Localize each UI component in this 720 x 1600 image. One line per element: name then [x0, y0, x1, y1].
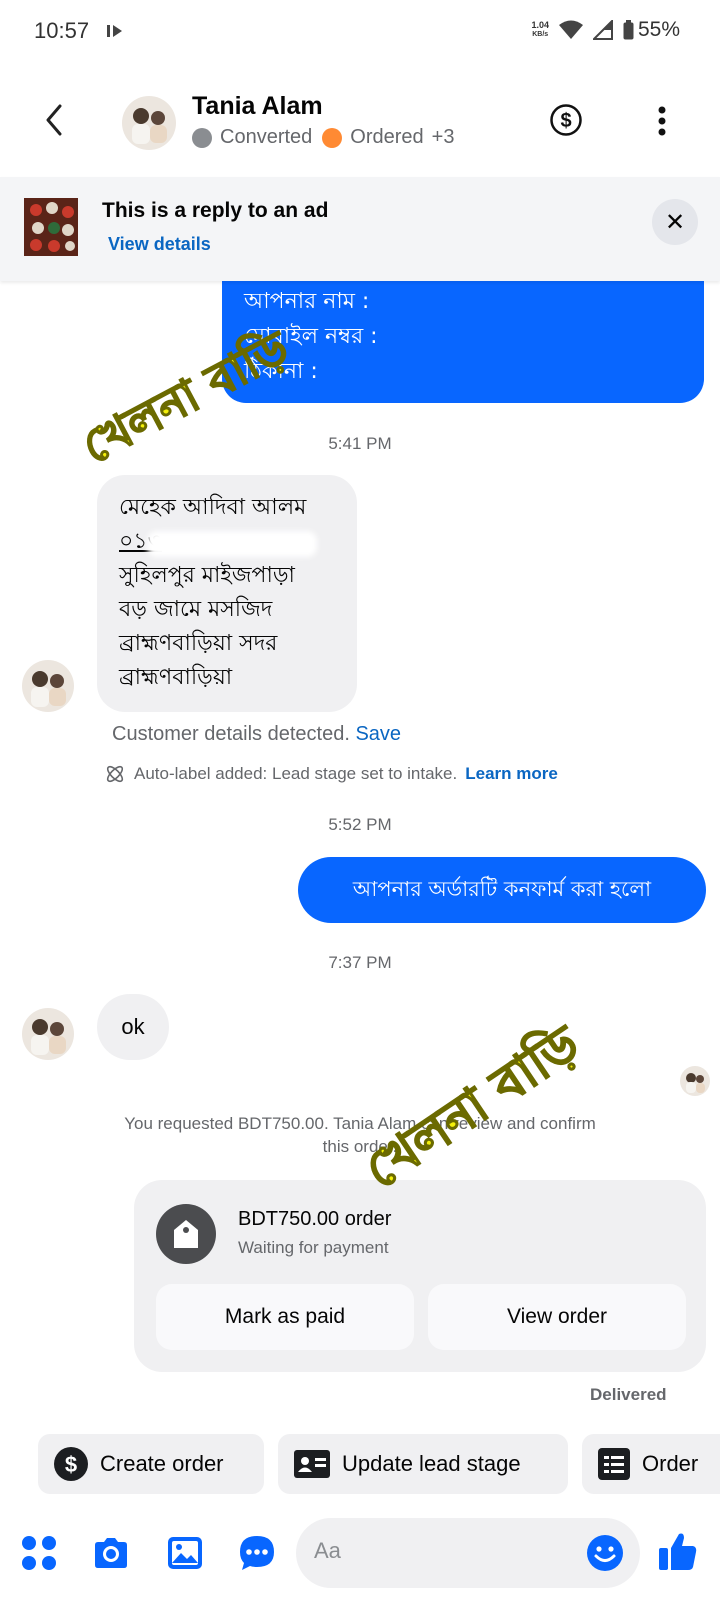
order-button[interactable]: Order	[582, 1434, 720, 1494]
price-tag-icon	[156, 1204, 216, 1264]
battery-icon	[623, 20, 634, 40]
status-time: 10:57	[34, 18, 90, 43]
emoji-icon[interactable]	[586, 1534, 624, 1572]
dollar-circle-icon: $	[54, 1447, 88, 1481]
ad-thumbnail[interactable]	[24, 198, 78, 256]
sender-avatar[interactable]	[22, 1008, 74, 1060]
order-list-icon	[598, 1448, 630, 1480]
mark-as-paid-button[interactable]: Mark as paid	[156, 1284, 414, 1350]
message-input[interactable]: Aa	[296, 1518, 640, 1588]
timestamp: 5:52 PM	[328, 815, 392, 834]
order-title: BDT750.00 order	[238, 1208, 392, 1230]
label-converted: Converted	[220, 126, 313, 148]
label-ordered: Ordered	[350, 126, 424, 148]
auto-label-notice: Auto-label added: Lead stage set to inta…	[104, 763, 558, 785]
status-right: 1.04 KB/s 55%	[531, 18, 680, 42]
order-card: BDT750.00 order Waiting for payment Mark…	[134, 1180, 706, 1372]
svg-text:$: $	[65, 1452, 77, 1477]
outgoing-confirm-message[interactable]: আপনার অর্ডারটি কনফার্ম করা হলো	[298, 857, 706, 923]
label-dot-converted	[192, 127, 212, 148]
message-placeholder: Aa	[314, 1538, 341, 1563]
timestamp: 7:37 PM	[328, 953, 392, 972]
seen-avatar	[680, 1066, 710, 1096]
back-button[interactable]	[38, 100, 72, 140]
signal-icon	[592, 20, 613, 40]
contact-name[interactable]: Tania Alam	[192, 92, 323, 121]
gallery-icon[interactable]	[166, 1534, 204, 1572]
apps-grid-icon[interactable]	[20, 1534, 58, 1572]
more-labels-count: +3	[431, 126, 455, 148]
svg-text:$: $	[560, 110, 571, 132]
contact-labels[interactable]: Converted Ordered +3	[192, 126, 454, 149]
delivered-status: Delivered	[590, 1385, 667, 1404]
chat-bubble-icon[interactable]	[238, 1534, 276, 1572]
contact-avatar[interactable]	[122, 96, 176, 150]
incoming-address-message[interactable]: মেহেক আদিবা আলম ০১৩ সুহিলপুর মাইজপাড়া ব…	[97, 475, 357, 712]
camera-icon[interactable]	[92, 1534, 130, 1572]
view-order-button[interactable]: View order	[428, 1284, 686, 1350]
payment-dollar-icon[interactable]: $	[550, 104, 582, 136]
wifi-icon	[558, 20, 583, 39]
view-details-link[interactable]: View details	[108, 234, 211, 255]
more-options-icon[interactable]	[654, 106, 670, 136]
thumbs-up-icon[interactable]	[658, 1530, 698, 1572]
cast-icon	[106, 22, 124, 40]
ad-banner-title: This is a reply to an ad	[102, 199, 329, 222]
auto-label-icon	[106, 765, 124, 783]
sender-avatar[interactable]	[22, 660, 74, 712]
battery-level: 55%	[637, 18, 680, 41]
close-icon[interactable]: ✕	[652, 199, 698, 245]
customer-details-detected: Customer details detected. Save	[112, 723, 402, 745]
create-order-button[interactable]: $ Create order	[38, 1434, 264, 1494]
ad-reply-banner: This is a reply to an ad View details ✕	[0, 177, 720, 281]
order-status: Waiting for payment	[238, 1238, 389, 1257]
incoming-ok-message[interactable]: ok	[97, 994, 169, 1060]
label-dot-ordered	[322, 127, 343, 148]
save-customer-link[interactable]: Save	[355, 723, 401, 745]
learn-more-link[interactable]: Learn more	[465, 764, 558, 784]
update-lead-stage-button[interactable]: Update lead stage	[278, 1434, 568, 1494]
contact-card-icon	[294, 1450, 330, 1478]
redaction-blur	[147, 531, 317, 557]
net-speed: 1.04 KB/s	[531, 20, 549, 39]
